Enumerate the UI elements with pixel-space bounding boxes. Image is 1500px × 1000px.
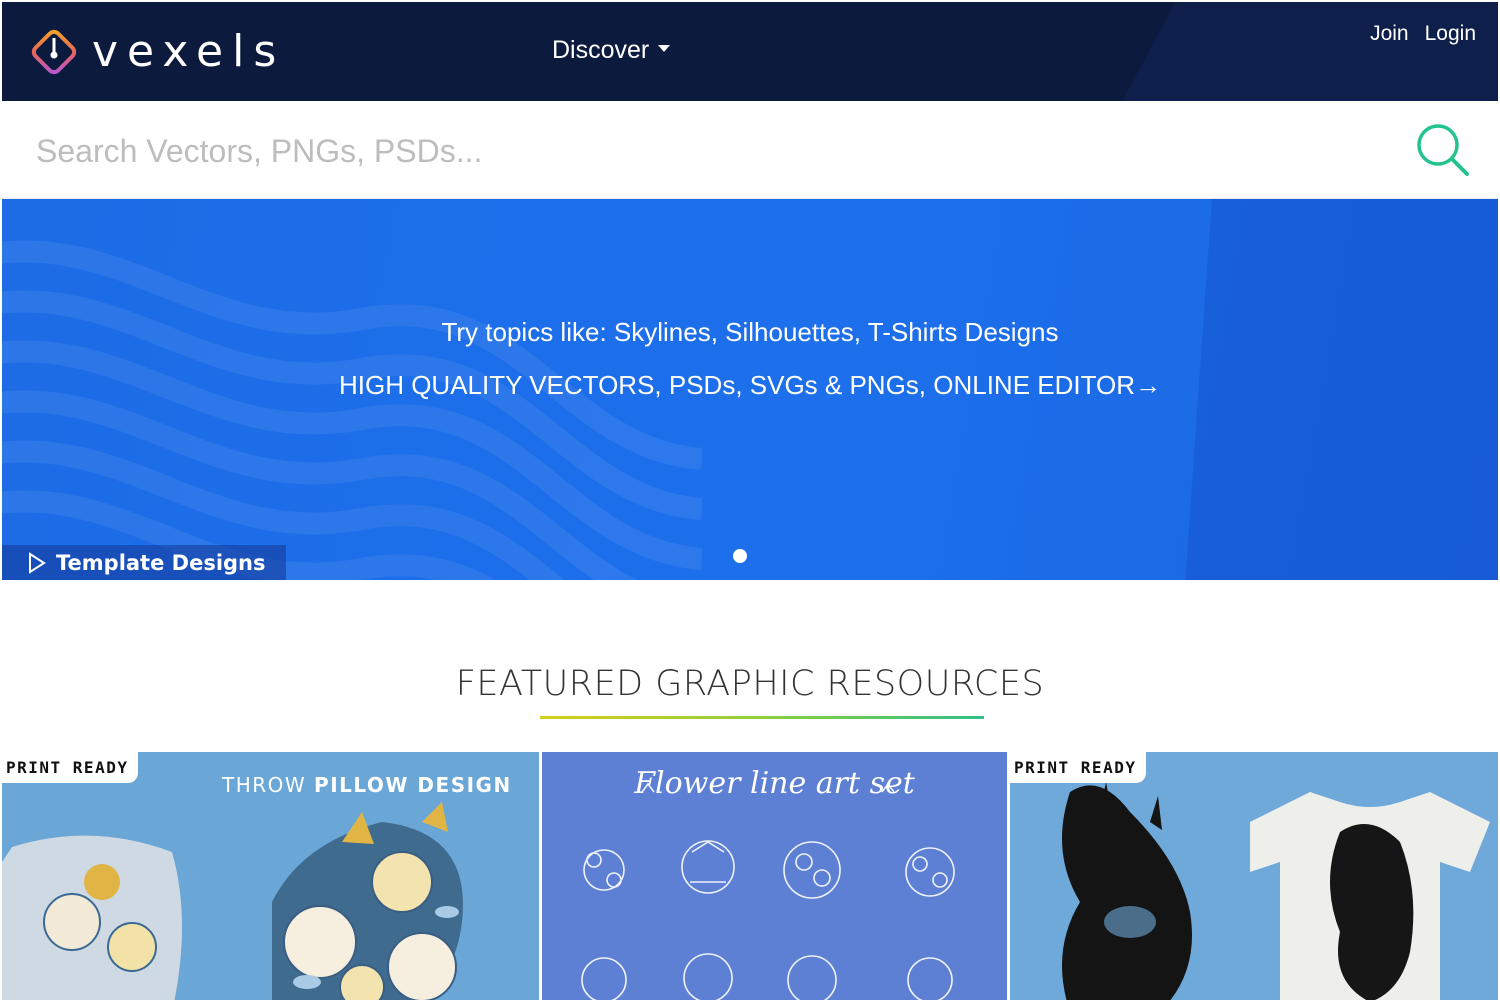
featured-card-pillow[interactable]: PRINT READY THROW PILLOW DESIGN — [2, 752, 539, 1000]
search-icon[interactable] — [1414, 121, 1472, 179]
carousel-indicator[interactable] — [733, 549, 747, 563]
auth-links: Join Login — [1370, 22, 1476, 46]
play-icon — [29, 551, 46, 574]
pillow-card-title: THROW PILLOW DESIGN — [222, 773, 512, 797]
join-link[interactable]: Join — [1370, 22, 1409, 46]
title-underline — [540, 716, 984, 719]
hero-topics-text: Try topics like: Skylines, Silhouettes, … — [441, 317, 1059, 347]
search-bar — [2, 101, 1498, 199]
hero-banner: Try topics like: Skylines, Silhouettes, … — [2, 199, 1498, 580]
flower-card-title: Flower line art set — [634, 766, 915, 801]
print-ready-badge: PRINT READY — [1010, 752, 1147, 783]
login-link[interactable]: Login — [1425, 22, 1476, 46]
print-ready-badge: PRINT READY — [2, 752, 139, 783]
discover-label: Discover — [552, 36, 650, 64]
discover-dropdown[interactable]: Discover — [552, 36, 671, 65]
brand-logo[interactable]: vexels — [28, 24, 285, 80]
template-designs-link[interactable]: Template Designs — [2, 545, 286, 580]
brand-name: vexels — [92, 26, 286, 77]
top-navbar: vexels Discover Join Login — [2, 2, 1498, 101]
featured-section-title: FEATURED GRAPHIC RESOURCES — [455, 664, 1045, 704]
search-input[interactable] — [36, 123, 1376, 179]
header-decoration — [1079, 2, 1498, 101]
featured-card-flower-set[interactable]: Flower line art set — [542, 752, 1007, 1000]
vexels-logo-icon — [31, 29, 77, 75]
featured-card-tshirt[interactable]: PRINT READY — [1010, 752, 1498, 1000]
pillow-title-bold: PILLOW DESIGN — [314, 773, 512, 797]
chevron-down-icon — [658, 45, 671, 52]
tshirt-design-image — [1010, 752, 1498, 1000]
template-designs-label: Template Designs — [56, 550, 266, 575]
pillow-title-light: THROW — [222, 773, 315, 797]
hero-tagline-link[interactable]: HIGH QUALITY VECTORS, PSDs, SVGs & PNGs,… — [2, 370, 1498, 401]
